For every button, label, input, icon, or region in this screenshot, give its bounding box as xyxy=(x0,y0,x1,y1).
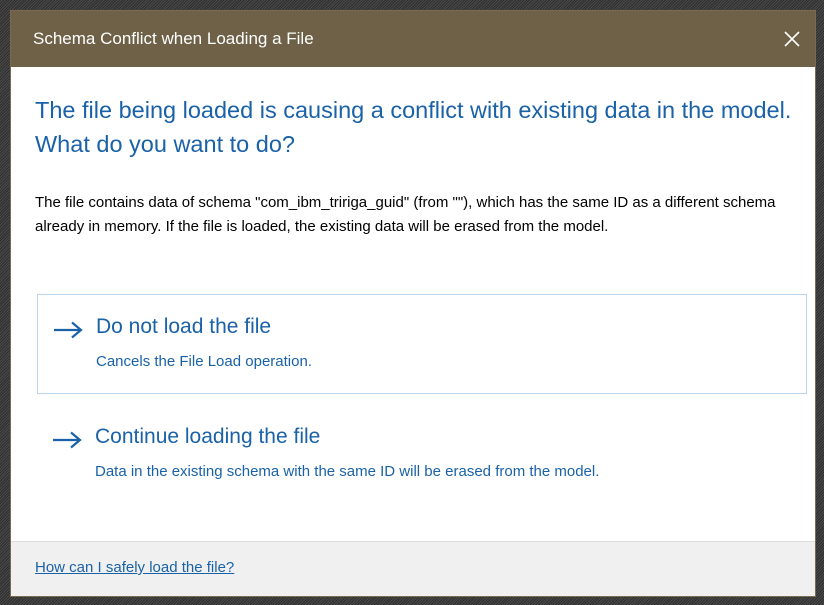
arrow-right-icon xyxy=(54,321,83,339)
dialog-title: Schema Conflict when Loading a File xyxy=(33,29,314,48)
schema-conflict-dialog: Schema Conflict when Loading a File The … xyxy=(10,10,816,597)
option-title: Do not load the file xyxy=(96,315,272,338)
title-bar: Schema Conflict when Loading a File xyxy=(11,11,815,67)
close-icon xyxy=(784,31,800,47)
option-description: Data in the existing schema with the sam… xyxy=(95,463,600,480)
option-title: Continue loading the file xyxy=(95,425,321,448)
help-link[interactable]: How can I safely load the file? xyxy=(35,559,234,576)
option-description: Cancels the File Load operation. xyxy=(96,353,312,370)
do-not-load-option[interactable]: Do not load the file Cancels the File Lo… xyxy=(37,294,807,394)
continue-loading-option[interactable]: Continue loading the file Data in the ex… xyxy=(37,401,807,511)
close-button[interactable] xyxy=(769,11,815,67)
dialog-description: The file contains data of schema "com_ib… xyxy=(35,194,776,235)
dialog-headline: The file being loaded is causing a confl… xyxy=(35,97,792,157)
dialog-footer: How can I safely load the file? xyxy=(11,541,815,596)
arrow-right-icon xyxy=(53,431,82,449)
